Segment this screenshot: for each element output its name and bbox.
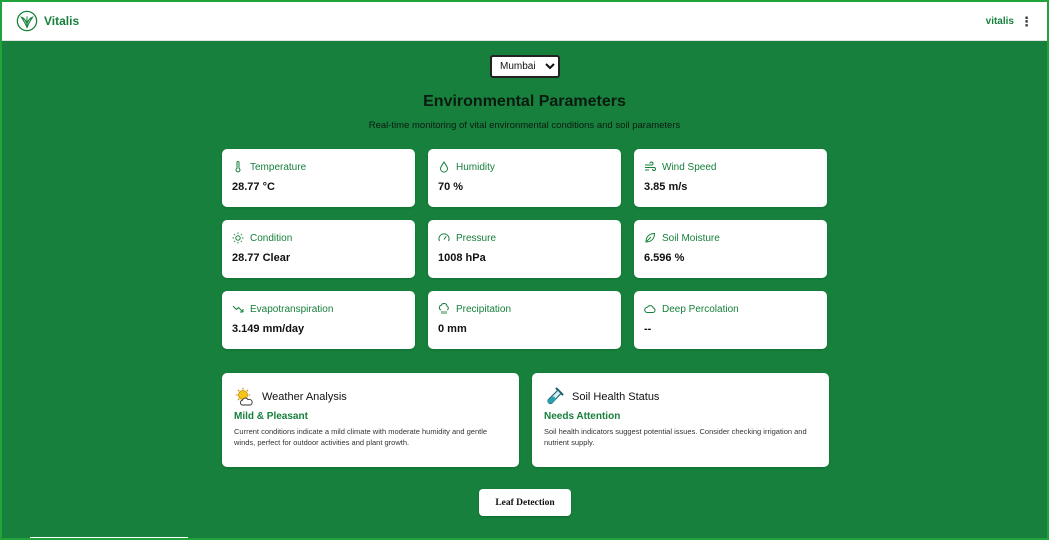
leaf-logo-icon [16,10,38,32]
metric-card-pressure: Pressure 1008 hPa [428,220,621,278]
metrics-grid: Temperature 28.77 °C Humidity 70 % Wind … [222,149,829,349]
metric-label: Deep Percolation [662,303,739,315]
brand[interactable]: Vitalis [16,10,79,32]
droplet-icon [439,161,449,173]
panel-title: Weather Analysis [262,391,347,403]
metric-card-humidity: Humidity 70 % [428,149,621,207]
metric-label: Temperature [250,161,307,173]
metric-value: 3.85 m/s [644,181,688,193]
metric-card-condition: Condition 28.77 Clear [222,220,415,278]
top-navbar: Vitalis vitalis ⋮ [2,2,1047,41]
city-select[interactable]: Mumbai [490,55,560,78]
soil-description: Soil health indicators suggest potential… [544,427,807,447]
metric-card-temperature: Temperature 28.77 °C [222,149,415,207]
metric-label: Humidity [456,161,495,173]
trending-down-icon [232,305,244,313]
bottom-scroll-indicator [30,537,188,538]
page-title: Environmental Parameters [423,93,626,110]
metric-value: 6.596 % [644,252,685,264]
brand-name: Vitalis [44,14,80,28]
metric-card-precipitation: Precipitation 0 mm [428,291,621,349]
metric-value: 28.77 Clear [232,252,291,264]
metric-card-evapotranspiration: Evapotranspiration 3.149 mm/day [222,291,415,349]
metric-label: Pressure [456,232,497,244]
metric-label: Evapotranspiration [250,303,334,315]
sun-cloud-icon [235,387,253,406]
cloud-icon [644,305,656,313]
app-frame: Vitalis vitalis ⋮ Mumbai Environmental P… [0,0,1049,540]
metric-value: 0 mm [438,323,467,335]
leaf-icon [645,232,656,243]
metric-label: Soil Moisture [662,232,720,244]
metric-value: 3.149 mm/day [232,323,305,335]
metric-card-soil-moisture: Soil Moisture 6.596 % [634,220,827,278]
panel-title: Soil Health Status [572,391,660,403]
username: vitalis [985,15,1014,27]
metric-value: 28.77 °C [232,181,275,193]
weather-analysis-panel: Weather Analysis Mild & Pleasant Current… [222,373,519,467]
test-tube-icon [547,387,564,405]
sun-icon [232,232,244,244]
user-menu[interactable]: vitalis ⋮ [986,15,1033,28]
analysis-panels: Weather Analysis Mild & Pleasant Current… [222,373,829,467]
metric-label: Condition [250,232,293,244]
metric-value: 70 % [438,181,464,193]
kebab-menu-icon[interactable]: ⋮ [1020,15,1033,28]
soil-status: Needs Attention [544,411,621,422]
weather-description: Current conditions indicate a mild clima… [234,427,488,447]
weather-status: Mild & Pleasant [234,411,308,422]
cloud-rain-icon [438,303,449,314]
gauge-icon [438,233,450,242]
metric-card-wind-speed: Wind Speed 3.85 m/s [634,149,827,207]
metric-label: Precipitation [456,303,512,315]
page-subtitle: Real-time monitoring of vital environmen… [368,120,681,131]
wind-icon [645,161,656,171]
soil-health-panel: Soil Health Status Needs Attention Soil … [532,373,829,467]
metric-card-deep-percolation: Deep Percolation -- [634,291,827,349]
metric-value: -- [644,323,652,335]
metric-label: Wind Speed [662,161,717,173]
leaf-detection-button[interactable]: Leaf Detection [479,489,571,516]
thermometer-icon [235,161,241,173]
metric-value: 1008 hPa [438,252,486,264]
